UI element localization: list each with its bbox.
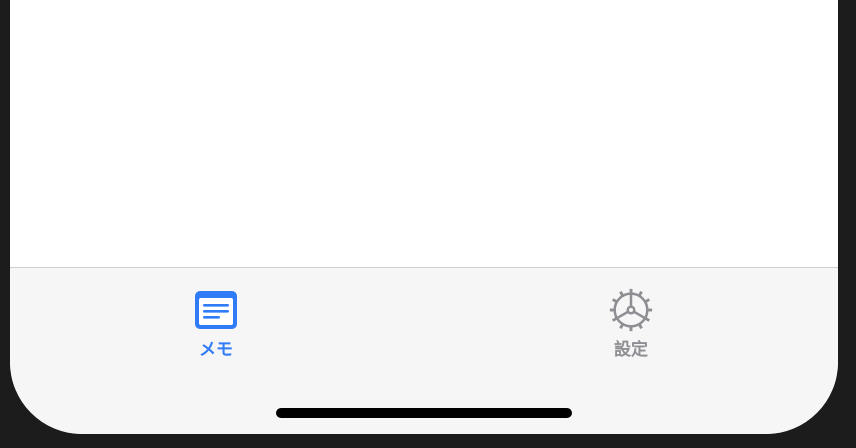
tab-bar: メモ 設定 — [10, 267, 838, 434]
device-bezel: メモ 設定 — [0, 0, 856, 448]
app-screen: メモ 設定 — [10, 0, 838, 434]
tab-settings-label: 設定 — [614, 340, 648, 360]
tab-memo-label: メモ — [199, 340, 233, 360]
gear-icon — [607, 286, 655, 334]
home-indicator[interactable] — [276, 408, 572, 418]
tab-memo[interactable]: メモ — [156, 286, 276, 366]
content-area — [10, 0, 838, 267]
tab-settings[interactable]: 設定 — [571, 286, 691, 366]
memo-icon — [192, 286, 240, 334]
